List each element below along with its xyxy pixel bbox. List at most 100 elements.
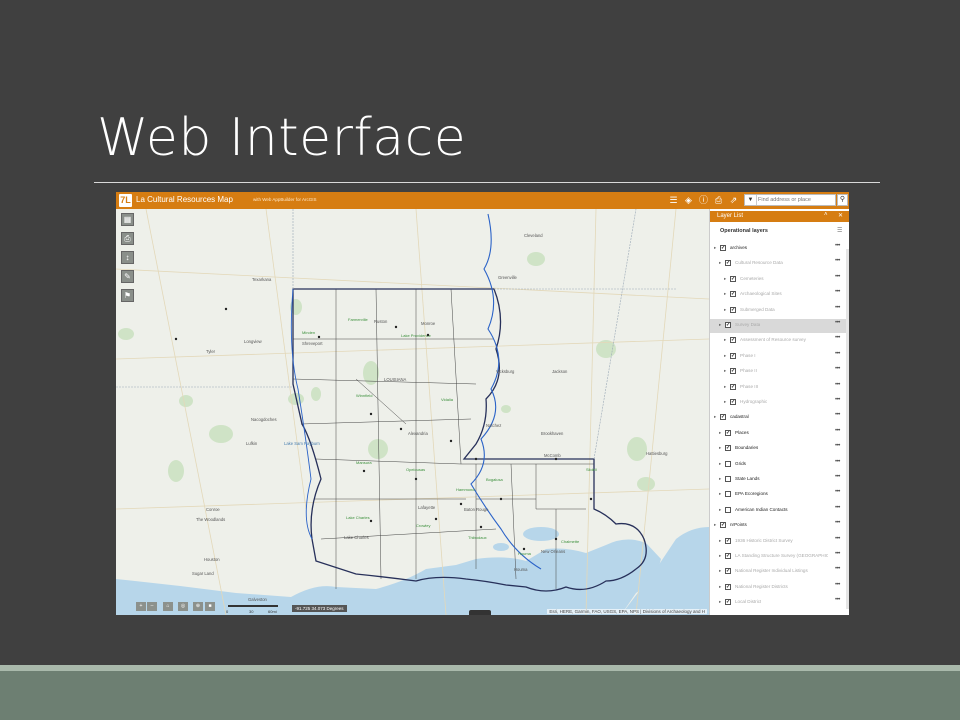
layer-row[interactable]: ▸ ✓ National Register Districts •••: [710, 581, 849, 595]
search-icon[interactable]: ⚲: [837, 194, 848, 206]
measure-icon[interactable]: ↕: [121, 251, 134, 264]
layers-icon[interactable]: ◈: [683, 195, 694, 206]
print-icon[interactable]: ⎙: [713, 195, 724, 206]
layer-row[interactable]: ▸ ✓ archives •••: [710, 242, 849, 256]
layer-more-icon[interactable]: •••: [835, 505, 840, 511]
expand-arrow-icon[interactable]: ▸: [719, 430, 721, 436]
layer-row[interactable]: ▸ ✓ cadastral •••: [710, 411, 849, 425]
layer-checkbox[interactable]: [725, 506, 731, 513]
layer-row[interactable]: ▸ ✓ 1936 Historic District Survey •••: [710, 535, 849, 549]
layer-more-icon[interactable]: •••: [835, 459, 840, 465]
layer-checkbox[interactable]: ✓: [725, 599, 731, 606]
layer-more-icon[interactable]: •••: [835, 536, 840, 542]
expand-arrow-icon[interactable]: ▸: [719, 568, 721, 574]
search-source-dropdown[interactable]: ▼: [745, 195, 757, 205]
layer-more-icon[interactable]: •••: [835, 428, 840, 434]
layer-row[interactable]: ▸ ✓ Phase II •••: [710, 365, 849, 379]
layer-checkbox[interactable]: ✓: [730, 275, 736, 282]
locate-icon[interactable]: ◎: [178, 602, 188, 611]
home-icon[interactable]: ⌂: [163, 602, 173, 611]
share-icon[interactable]: ⇗: [728, 195, 739, 206]
layer-row[interactable]: ▸ ✓ Hydrographic •••: [710, 396, 849, 410]
layer-more-icon[interactable]: •••: [835, 412, 840, 418]
layer-checkbox[interactable]: ✓: [730, 383, 736, 390]
expand-arrow-icon[interactable]: ▸: [714, 245, 716, 251]
expand-arrow-icon[interactable]: ▸: [719, 461, 721, 467]
layer-more-icon[interactable]: •••: [835, 320, 840, 326]
layer-more-icon[interactable]: •••: [835, 351, 840, 357]
layer-checkbox[interactable]: ✓: [725, 568, 731, 575]
layer-row[interactable]: ▸ ✓ Phase I •••: [710, 350, 849, 364]
bookmark-icon[interactable]: ⚑: [121, 289, 134, 302]
layer-checkbox[interactable]: ✓: [730, 337, 736, 344]
expand-arrow-icon[interactable]: ▸: [724, 353, 726, 359]
layer-more-icon[interactable]: •••: [835, 382, 840, 388]
layer-row[interactable]: ▸ ✓ Assessment of Resource survey •••: [710, 334, 849, 348]
expand-arrow-icon[interactable]: ▸: [724, 291, 726, 297]
overview-icon[interactable]: ⊕: [193, 602, 203, 611]
layer-more-icon[interactable]: •••: [835, 566, 840, 572]
print-tool-icon[interactable]: ⎙: [121, 232, 134, 245]
layer-checkbox[interactable]: ✓: [725, 429, 731, 436]
layer-checkbox[interactable]: ✓: [730, 352, 736, 359]
layer-row[interactable]: ▸ ✓ Submerged Data •••: [710, 304, 849, 318]
map-view[interactable]: Farmerville Minden Lake Providence Winnf…: [116, 209, 709, 615]
expand-arrow-icon[interactable]: ▸: [719, 507, 721, 513]
collapse-icon[interactable]: ˄: [824, 212, 828, 218]
layer-checkbox[interactable]: ✓: [720, 522, 726, 529]
expand-arrow-icon[interactable]: ▸: [714, 522, 716, 528]
layer-row[interactable]: ▸ ✓ Phase III •••: [710, 381, 849, 395]
layer-more-icon[interactable]: •••: [835, 305, 840, 311]
expand-arrow-icon[interactable]: ▸: [719, 260, 721, 266]
layer-checkbox[interactable]: ✓: [725, 260, 731, 267]
zoom-in-button[interactable]: +: [136, 602, 146, 611]
layer-checkbox[interactable]: ✓: [730, 368, 736, 375]
expand-arrow-icon[interactable]: ▸: [719, 553, 721, 559]
layer-row[interactable]: ▸ American Indian Contacts •••: [710, 504, 849, 518]
nav-icon[interactable]: ■: [205, 602, 215, 611]
layer-checkbox[interactable]: ✓: [730, 306, 736, 313]
layer-more-icon[interactable]: •••: [835, 582, 840, 588]
layer-more-icon[interactable]: •••: [835, 551, 840, 557]
layer-checkbox[interactable]: [725, 460, 731, 467]
list-icon[interactable]: ☰: [668, 195, 679, 206]
layer-checkbox[interactable]: ✓: [725, 583, 731, 590]
layer-row[interactable]: ▸ ✓ National Register Individual Listings •…: [710, 565, 849, 579]
layer-checkbox[interactable]: ✓: [725, 553, 731, 559]
layer-more-icon[interactable]: •••: [835, 335, 840, 341]
expand-arrow-icon[interactable]: ▸: [719, 476, 721, 482]
expand-arrow-icon[interactable]: ▸: [719, 538, 721, 544]
layer-more-icon[interactable]: •••: [835, 520, 840, 526]
expand-arrow-icon[interactable]: ▸: [724, 337, 726, 343]
layer-more-icon[interactable]: •••: [835, 258, 840, 264]
zoom-out-button[interactable]: –: [147, 602, 157, 611]
expand-arrow-icon[interactable]: ▸: [719, 599, 721, 605]
layer-checkbox[interactable]: [725, 476, 731, 482]
layer-row[interactable]: ▸ Grids •••: [710, 458, 849, 472]
layer-row[interactable]: ▸ ✓ Cultural Resource Data •••: [710, 257, 849, 271]
search-input[interactable]: [758, 195, 834, 205]
bottom-panel-handle[interactable]: [469, 610, 491, 615]
expand-arrow-icon[interactable]: ▸: [714, 414, 716, 420]
expand-arrow-icon[interactable]: ▸: [724, 368, 726, 374]
layer-checkbox[interactable]: ✓: [730, 291, 736, 298]
info-icon[interactable]: ⓘ: [698, 195, 709, 206]
layer-row[interactable]: ▸ State Lands •••: [710, 473, 849, 487]
layer-more-icon[interactable]: •••: [835, 274, 840, 280]
expand-arrow-icon[interactable]: ▸: [719, 322, 721, 328]
expand-arrow-icon[interactable]: ▸: [724, 276, 726, 282]
close-icon[interactable]: ✕: [838, 212, 843, 219]
layer-row[interactable]: ▸ ✓ Boundaries •••: [710, 442, 849, 456]
layer-row[interactable]: ▸ ✓ Survey Data •••: [710, 319, 849, 333]
layer-row[interactable]: ▸ ✓ Cemeteries •••: [710, 273, 849, 287]
layer-checkbox[interactable]: ✓: [725, 445, 731, 452]
layer-more-icon[interactable]: •••: [835, 397, 840, 403]
layer-row[interactable]: ▸ ✓ LA Standing Structure Survey (GEOGRAPH…: [710, 550, 849, 564]
layer-row[interactable]: ▸ EPA Ecoregions •••: [710, 488, 849, 502]
expand-arrow-icon[interactable]: ▸: [719, 445, 721, 451]
layer-more-icon[interactable]: •••: [835, 289, 840, 295]
expand-arrow-icon[interactable]: ▸: [724, 399, 726, 405]
layer-row[interactable]: ▸ ✓ Places •••: [710, 427, 849, 441]
layer-checkbox[interactable]: ✓: [730, 399, 736, 405]
layer-row[interactable]: ▸ ✓ nrPoints •••: [710, 519, 849, 533]
